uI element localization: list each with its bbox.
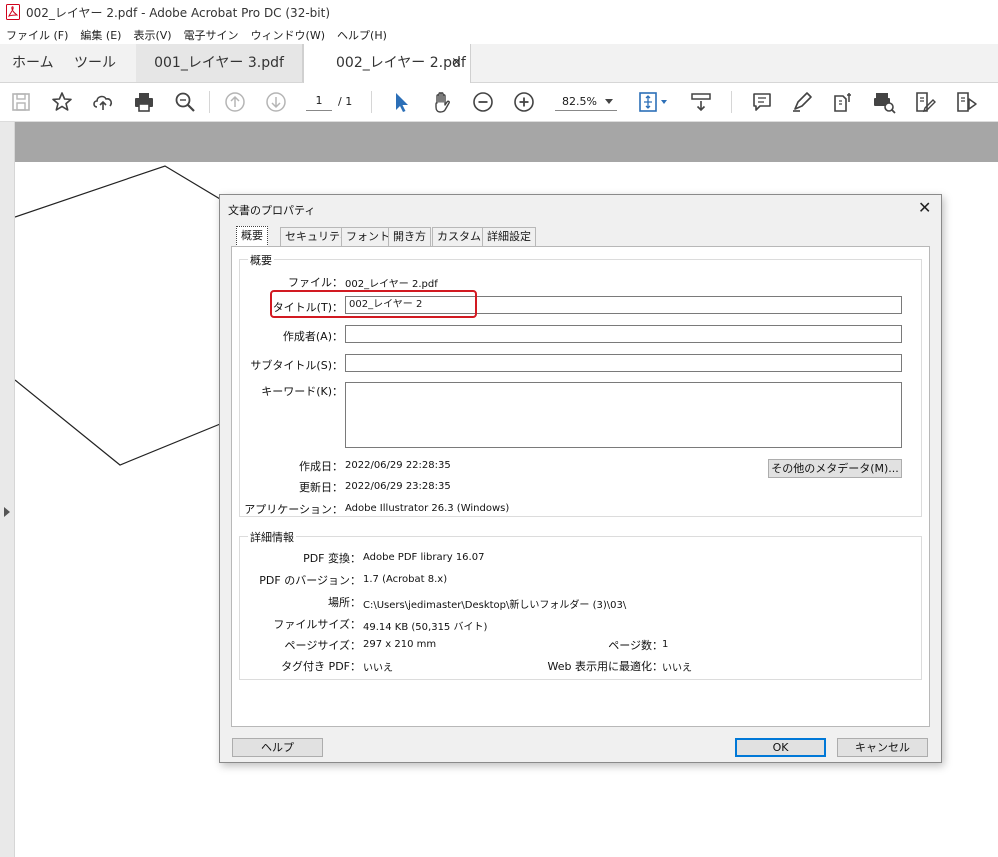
application-label: アプリケーション： xyxy=(244,503,343,516)
page-count-label: ページ数： xyxy=(608,639,663,652)
page-fit-icon[interactable] xyxy=(637,90,671,114)
tab-bar: ホーム ツール 001_レイヤー 3.pdf 002_レイヤー 2.pdf × xyxy=(0,44,998,83)
location-value: C:\Users\jedimaster\Desktop\新しいフォルダー (3)… xyxy=(363,600,627,611)
close-icon[interactable]: ✕ xyxy=(918,198,931,217)
toolbar-separator xyxy=(731,91,732,113)
author-field[interactable] xyxy=(345,325,902,343)
title-bar: 002_レイヤー 2.pdf - Adobe Acrobat Pro DC (3… xyxy=(0,0,998,24)
toolbar-separator xyxy=(209,91,210,113)
dialog-tab-panel: 概要 ファイル： 002_レイヤー 2.pdf タイトル(T)： 002_レイヤ… xyxy=(231,246,930,727)
toolbar: 1 / 1 82.5% xyxy=(0,83,998,122)
dialog-tab-initial-view[interactable]: 開き方 xyxy=(388,227,431,246)
keywords-label: キーワード(K)： xyxy=(261,385,343,398)
tagged-pdf-value: いいえ xyxy=(363,663,393,674)
dialog-title: 文書のプロパティ xyxy=(228,204,316,217)
file-label: ファイル： xyxy=(288,276,343,289)
page-count-value: 1 xyxy=(662,639,669,650)
tab-document-2[interactable]: 002_レイヤー 2.pdf × xyxy=(303,44,471,83)
modified-value: 2022/06/29 23:28:35 xyxy=(345,481,451,492)
menu-esign[interactable]: 電子サイン xyxy=(178,24,245,44)
help-button[interactable]: ヘルプ xyxy=(232,738,323,757)
print-icon[interactable] xyxy=(132,90,156,114)
fast-web-view-label: Web 表示用に最適化： xyxy=(547,660,663,673)
file-size-label: ファイルサイズ： xyxy=(273,618,361,631)
subject-field[interactable] xyxy=(345,354,902,372)
created-value: 2022/06/29 22:28:35 xyxy=(345,460,451,471)
tagged-pdf-label: タグ付き PDF： xyxy=(281,660,361,673)
page-number-input[interactable]: 1 xyxy=(306,94,332,111)
highlight-pen-icon[interactable] xyxy=(790,90,814,114)
more-metadata-button[interactable]: その他のメタデータ(M)... xyxy=(768,459,902,478)
page-size-value: 297 x 210 mm xyxy=(363,639,437,650)
zoom-search-icon[interactable] xyxy=(173,90,197,114)
select-cursor-icon[interactable] xyxy=(389,90,413,114)
pdf-producer-label: PDF 変換： xyxy=(303,552,361,565)
page-total: / 1 xyxy=(338,95,353,108)
zoom-in-icon[interactable] xyxy=(512,90,536,114)
comment-icon[interactable] xyxy=(750,90,774,114)
previous-page-icon[interactable] xyxy=(223,90,247,114)
menu-bar: ファイル (F) 編集 (E) 表示(V) 電子サイン ウィンドウ(W) ヘルプ… xyxy=(0,24,998,44)
tab-document-2-label: 002_レイヤー 2.pdf xyxy=(336,55,466,71)
pdf-producer-value: Adobe PDF library 16.07 xyxy=(363,552,485,563)
dialog-tab-fonts[interactable]: フォント xyxy=(341,227,395,246)
location-label: 場所： xyxy=(328,596,361,609)
dialog-tab-custom[interactable]: カスタム xyxy=(432,227,486,246)
document-properties-dialog: 文書のプロパティ ✕ 概要 セキュリティ フォント 開き方 カスタム 詳細設定 … xyxy=(219,194,942,763)
ok-button[interactable]: OK xyxy=(735,738,826,757)
pdf-version-label: PDF のバージョン： xyxy=(259,574,361,587)
tab-document-1[interactable]: 001_レイヤー 3.pdf xyxy=(136,44,303,82)
save-icon[interactable] xyxy=(9,90,33,114)
zoom-out-icon[interactable] xyxy=(471,90,495,114)
tab-tools[interactable]: ツール xyxy=(74,44,116,82)
window-title: 002_レイヤー 2.pdf - Adobe Acrobat Pro DC (3… xyxy=(26,6,330,20)
cloud-upload-icon[interactable] xyxy=(91,90,115,114)
application-value: Adobe Illustrator 26.3 (Windows) xyxy=(345,503,510,514)
title-highlight-box xyxy=(270,290,477,318)
cancel-button[interactable]: キャンセル xyxy=(837,738,928,757)
acrobat-app-icon xyxy=(6,4,20,20)
tab-home[interactable]: ホーム xyxy=(12,44,54,82)
left-panel-strip xyxy=(0,122,15,857)
expand-panel-arrow-icon[interactable] xyxy=(4,507,10,517)
zoom-level-select[interactable]: 82.5% xyxy=(555,93,617,111)
created-label: 作成日： xyxy=(299,460,343,473)
send-for-signature-icon[interactable] xyxy=(954,90,978,114)
scroll-mode-icon[interactable] xyxy=(689,90,713,114)
menu-window[interactable]: ウィンドウ(W) xyxy=(245,24,331,44)
fast-web-view-value: いいえ xyxy=(662,663,692,674)
print-preview-search-icon[interactable] xyxy=(872,90,896,114)
edit-pdf-icon[interactable] xyxy=(831,90,855,114)
pdf-version-value: 1.7 (Acrobat 8.x) xyxy=(363,574,448,585)
author-label: 作成者(A)： xyxy=(282,330,343,343)
tab-document-1-label: 001_レイヤー 3.pdf xyxy=(154,55,284,71)
subject-label: サブタイトル(S)： xyxy=(250,359,343,372)
modified-label: 更新日： xyxy=(299,481,343,494)
bookmark-star-icon[interactable] xyxy=(50,90,74,114)
page-size-label: ページサイズ： xyxy=(284,639,361,652)
document-canvas-gray-area xyxy=(15,122,998,162)
toolbar-separator xyxy=(371,91,372,113)
menu-view[interactable]: 表示(V) xyxy=(127,24,177,44)
file-value: 002_レイヤー 2.pdf xyxy=(345,279,438,290)
next-page-icon[interactable] xyxy=(264,90,288,114)
menu-help[interactable]: ヘルプ(H) xyxy=(331,24,393,44)
advanced-info-group: 詳細情報 PDF 変換： Adobe PDF library 16.07 PDF… xyxy=(239,529,922,680)
file-size-value: 49.14 KB (50,315 バイト) xyxy=(363,622,488,633)
dialog-tab-advanced[interactable]: 詳細設定 xyxy=(482,227,536,246)
summary-group-label: 概要 xyxy=(248,252,274,268)
dialog-tab-description[interactable]: 概要 xyxy=(236,226,268,247)
fill-sign-icon[interactable] xyxy=(913,90,937,114)
keywords-field[interactable] xyxy=(345,382,902,448)
menu-file[interactable]: ファイル (F) xyxy=(0,24,74,44)
menu-edit[interactable]: 編集 (E) xyxy=(74,24,127,44)
hand-tool-icon[interactable] xyxy=(430,90,454,114)
chevron-down-icon xyxy=(605,99,613,104)
close-tab-icon[interactable]: × xyxy=(451,44,462,82)
zoom-level-value: 82.5% xyxy=(562,95,597,108)
advanced-info-group-label: 詳細情報 xyxy=(248,529,296,545)
